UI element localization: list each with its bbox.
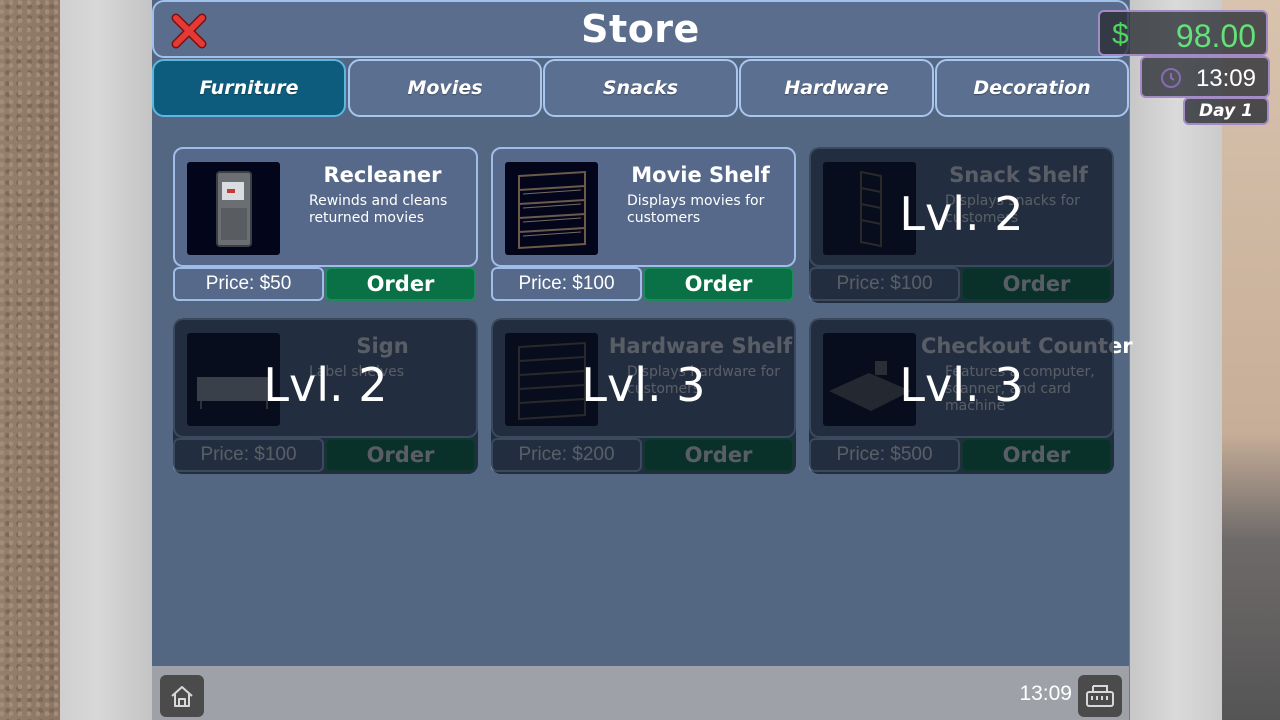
tab-hardware[interactable]: Hardware: [739, 59, 934, 117]
store-item-recleaner: Recleaner Rewinds and cleans returned mo…: [173, 147, 478, 305]
item-image-snack-shelf: [823, 162, 916, 255]
tab-decoration[interactable]: Decoration: [935, 59, 1129, 117]
category-tabs: Furniture Movies Snacks Hardware Decorat…: [152, 59, 1129, 119]
background-carpet: [0, 0, 60, 720]
item-description: Displays hardware for customers: [627, 364, 780, 397]
close-button[interactable]: [170, 12, 208, 50]
item-name: Movie Shelf: [631, 163, 770, 187]
item-description: Displays snacks for customers: [945, 193, 1080, 226]
item-card: Sign Label shelves: [173, 318, 478, 438]
store-item-checkout-counter: Checkout Counter Features a computer, sc…: [809, 318, 1133, 476]
clock-icon: [1161, 68, 1181, 88]
item-price: Price: $200: [491, 438, 642, 472]
store-item-sign: Sign Label shelves Price: $100 Order Lvl…: [173, 318, 478, 476]
item-card: Snack Shelf Displays snacks for customer…: [809, 147, 1114, 267]
tab-furniture[interactable]: Furniture: [152, 59, 346, 117]
currency-symbol: $: [1112, 18, 1129, 51]
home-button[interactable]: [160, 675, 204, 717]
item-card: Movie Shelf Displays movies for customer…: [491, 147, 796, 267]
item-image-recleaner: [187, 162, 280, 255]
store-item-hardware-shelf: Hardware Shelf Displays hardware for cus…: [491, 318, 796, 476]
background-wall-left: [60, 0, 152, 720]
bottom-bar: 13:09: [152, 666, 1129, 720]
order-button[interactable]: Order: [325, 438, 476, 472]
tab-snacks[interactable]: Snacks: [543, 59, 738, 117]
item-description: Label shelves: [309, 364, 405, 380]
store-title-bar: Store: [152, 0, 1129, 58]
item-card: Hardware Shelf Displays hardware for cus…: [491, 318, 796, 438]
store-panel: Store Furniture Movies Snacks Hardware D…: [152, 0, 1133, 720]
order-button[interactable]: Order: [643, 438, 794, 472]
home-icon: [171, 686, 193, 707]
item-card: Checkout Counter Features a computer, sc…: [809, 318, 1133, 438]
order-button[interactable]: Order: [643, 267, 794, 301]
money-amount: 98.00: [1175, 18, 1256, 54]
item-price: Price: $100: [173, 438, 324, 472]
item-name: Sign: [356, 334, 409, 358]
cash-register-button[interactable]: [1078, 675, 1122, 717]
item-price: Price: $100: [809, 267, 960, 301]
item-image-checkout-counter: [823, 333, 916, 426]
item-image-movie-shelf: [505, 162, 598, 255]
item-image-hardware-shelf: [505, 333, 598, 426]
order-button[interactable]: Order: [325, 267, 476, 301]
item-name: Snack Shelf: [949, 163, 1088, 187]
store-item-movie-shelf: Movie Shelf Displays movies for customer…: [491, 147, 796, 305]
device-clock: 13:09: [1019, 682, 1072, 705]
cash-register-icon: [1086, 685, 1114, 707]
order-button[interactable]: Order: [961, 267, 1112, 301]
item-name: Recleaner: [323, 163, 442, 187]
store-title: Store: [581, 7, 700, 51]
item-price: Price: $50: [173, 267, 324, 301]
close-icon: [171, 13, 207, 49]
item-card: Recleaner Rewinds and cleans returned mo…: [173, 147, 478, 267]
store-item-snack-shelf: Snack Shelf Displays snacks for customer…: [809, 147, 1114, 305]
item-description: Features a computer, scanner, and card m…: [945, 364, 1095, 414]
tab-movies[interactable]: Movies: [348, 59, 542, 117]
item-description: Rewinds and cleans returned movies: [309, 193, 448, 226]
item-price: Price: $500: [809, 438, 960, 472]
clock-display: 13:09: [1140, 56, 1270, 98]
day-counter: Day 1: [1183, 97, 1269, 125]
money-display: $ 98.00: [1098, 10, 1268, 56]
clock-time: 13:09: [1195, 65, 1256, 92]
order-button[interactable]: Order: [961, 438, 1112, 472]
item-image-sign: [187, 333, 280, 426]
item-description: Displays movies for customers: [627, 193, 765, 226]
item-name: Hardware Shelf: [608, 334, 793, 358]
item-name: Checkout Counter: [921, 334, 1133, 358]
item-price: Price: $100: [491, 267, 642, 301]
